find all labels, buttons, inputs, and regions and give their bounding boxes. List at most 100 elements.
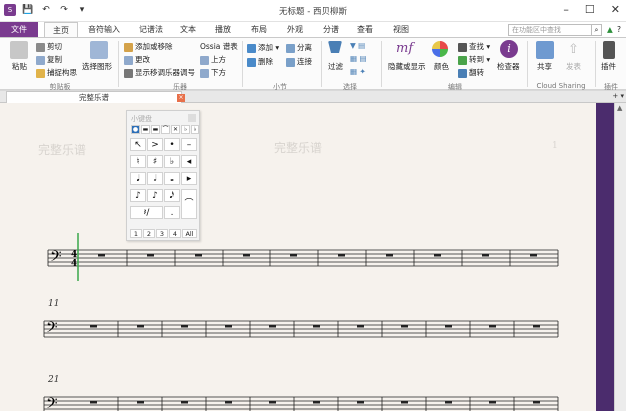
document-tab-full-score[interactable]: 完整乐谱 × bbox=[6, 91, 185, 103]
tab-view[interactable]: 视图 bbox=[386, 22, 416, 37]
keypad-layout-6-icon[interactable]: ♭ bbox=[191, 125, 199, 134]
keypad-key[interactable]: 𝅗𝅥 bbox=[147, 172, 163, 185]
hide-show-icon[interactable]: mf bbox=[396, 41, 413, 56]
hide-show-button[interactable]: 隐藏或显示 bbox=[388, 61, 426, 72]
plugins-button[interactable]: 插件 bbox=[601, 61, 616, 72]
keypad-layout-5-icon[interactable]: ♭ bbox=[181, 125, 190, 134]
close-icon[interactable]: ✕ bbox=[611, 3, 620, 16]
ossia-below-button[interactable]: 下方 bbox=[200, 67, 226, 78]
keypad-key[interactable]: • bbox=[164, 138, 180, 151]
arrow-right-icon bbox=[458, 55, 467, 65]
goto-button[interactable]: 转到 ▾ bbox=[458, 54, 490, 65]
keypad-layout-tab-3[interactable]: 3 bbox=[156, 229, 168, 238]
score-page[interactable]: 完整乐谱 完整乐谱 1 𝄢 4 4 𝄢 𝄢 11 21 bbox=[0, 103, 596, 411]
capture-idea-button[interactable]: 捕捉构思 bbox=[36, 67, 77, 78]
maximize-icon[interactable]: ☐ bbox=[585, 3, 595, 16]
document-tabs: 完整乐谱 × + ▾ bbox=[0, 91, 626, 103]
bass-clef-icon: 𝄢 bbox=[46, 395, 58, 411]
keypad-key[interactable]: 𝅝 bbox=[164, 172, 180, 185]
tab-appearance[interactable]: 外观 bbox=[280, 22, 310, 37]
tab-file[interactable]: 文件 bbox=[0, 22, 38, 37]
color-wheel-icon[interactable] bbox=[432, 41, 448, 57]
keypad-layout-tab-2[interactable]: 2 bbox=[143, 229, 155, 238]
separator bbox=[242, 41, 243, 87]
keypad-layout-1-icon[interactable]: ▬ bbox=[141, 125, 150, 134]
select-more-icon[interactable]: ▦ ▤ bbox=[350, 54, 367, 63]
share-button[interactable]: 共享 bbox=[537, 61, 552, 72]
time-sig-bottom: 4 bbox=[71, 259, 77, 269]
add-bar-button[interactable]: 添加 ▾ bbox=[247, 42, 279, 53]
paste-button[interactable]: 粘贴 bbox=[12, 61, 27, 72]
tab-note-input[interactable]: 音符输入 bbox=[82, 22, 126, 37]
keypad-layout-tab-4[interactable]: 4 bbox=[169, 229, 181, 238]
keypad-panel[interactable]: 小键盘 ● ▬ ▬ ⌒ ✕ ♭ ♭ ↖ > • – ♮ ♯ ♭ ◂ 𝅘𝅥 𝅗𝅥 … bbox=[126, 110, 200, 241]
keypad-key[interactable]: . bbox=[164, 206, 180, 219]
plugin-icon[interactable] bbox=[603, 41, 615, 59]
score-staves: 𝄢 4 4 𝄢 𝄢 bbox=[43, 233, 559, 411]
keypad-key[interactable]: 𝅘𝅥𝅯 bbox=[164, 189, 180, 202]
keypad-key[interactable]: > bbox=[147, 138, 163, 151]
ribbon: 粘贴 剪切 复制 捕捉构思 选择图形 剪贴板 添加或移除 更改 显示移调乐器调号… bbox=[0, 37, 626, 91]
ribbon-search-input[interactable]: 在功能区中查找 bbox=[508, 24, 592, 36]
publish-button: 发表 bbox=[566, 62, 581, 71]
tab-home[interactable]: 主页 bbox=[44, 22, 78, 37]
join-bar-button[interactable]: 连接 bbox=[286, 56, 312, 67]
search-icon[interactable]: ⌕ bbox=[592, 24, 602, 36]
ossia-above-button[interactable]: 上方 bbox=[200, 54, 226, 65]
tab-notations[interactable]: 记谱法 bbox=[132, 22, 170, 37]
select-system-icon[interactable]: ▦ ✦ bbox=[350, 67, 366, 76]
keypad-key[interactable]: ⌒ bbox=[181, 189, 197, 219]
change-instrument-button[interactable]: 更改 bbox=[124, 54, 150, 65]
tab-play[interactable]: 播放 bbox=[208, 22, 238, 37]
keypad-layout-tab-1[interactable]: 1 bbox=[130, 229, 142, 238]
select-graphic-button[interactable]: 选择图形 bbox=[82, 61, 112, 72]
vertical-scrollbar[interactable]: ▲ bbox=[614, 103, 626, 411]
minimize-icon[interactable]: – bbox=[563, 3, 569, 16]
tab-review[interactable]: 查看 bbox=[350, 22, 380, 37]
scroll-up-icon[interactable]: ▲ bbox=[617, 104, 622, 112]
separator bbox=[321, 41, 322, 87]
keypad-layout-3-icon[interactable]: ⌒ bbox=[161, 125, 170, 134]
show-transposing-button[interactable]: 显示移调乐器调号 bbox=[124, 67, 195, 78]
flip-button[interactable]: 翻转 bbox=[458, 67, 484, 78]
delete-bar-button[interactable]: 删除 bbox=[247, 56, 273, 67]
keypad-layout-4-icon[interactable]: ✕ bbox=[171, 125, 180, 134]
tabs-menu-icon[interactable]: + ▾ bbox=[612, 92, 624, 100]
inspector-button[interactable]: 检查器 bbox=[497, 61, 520, 72]
filter-icon[interactable] bbox=[328, 41, 342, 53]
keypad-layout-2-icon[interactable]: ▬ bbox=[151, 125, 160, 134]
paste-icon[interactable] bbox=[10, 41, 28, 59]
keypad-key[interactable]: – bbox=[181, 138, 197, 151]
keypad-key[interactable]: ♪ bbox=[147, 189, 163, 202]
add-remove-instruments-button[interactable]: 添加或移除 bbox=[124, 41, 173, 52]
tab-text[interactable]: 文本 bbox=[174, 22, 202, 37]
keypad-close-icon[interactable] bbox=[188, 114, 196, 122]
help-question-icon[interactable]: ? bbox=[617, 25, 621, 34]
keypad-key[interactable]: ♯ bbox=[147, 155, 163, 168]
keypad-key[interactable]: ◂ bbox=[181, 155, 197, 168]
close-tab-icon[interactable]: × bbox=[177, 94, 185, 102]
keypad-layout-common-icon[interactable]: ● bbox=[131, 125, 140, 134]
cut-button[interactable]: 剪切 bbox=[36, 41, 62, 52]
find-button[interactable]: 查找 ▾ bbox=[458, 41, 490, 52]
keypad-key[interactable]: ♮ bbox=[130, 155, 146, 168]
share-icon[interactable] bbox=[536, 41, 554, 59]
split-bar-button[interactable]: 分离 bbox=[286, 42, 312, 53]
copy-button[interactable]: 复制 bbox=[36, 54, 62, 65]
keypad-key[interactable]: ♪ bbox=[130, 189, 146, 202]
tab-parts[interactable]: 分谱 bbox=[316, 22, 346, 37]
filter-button[interactable]: 过滤 bbox=[328, 61, 343, 72]
keypad-key[interactable]: ↖ bbox=[130, 138, 146, 151]
keypad-key[interactable]: ▸ bbox=[181, 172, 197, 185]
help-icon[interactable]: ▲ bbox=[607, 25, 613, 34]
scissors-icon bbox=[36, 42, 45, 52]
keypad-layout-tab-all[interactable]: All bbox=[182, 229, 197, 238]
select-graphic-icon[interactable] bbox=[90, 41, 108, 59]
color-button[interactable]: 颜色 bbox=[434, 61, 449, 72]
keypad-key[interactable]: 𝄽/ bbox=[130, 206, 163, 219]
tab-layout[interactable]: 布局 bbox=[244, 22, 274, 37]
keypad-key[interactable]: 𝅘𝅥 bbox=[130, 172, 146, 185]
inspector-icon[interactable]: i bbox=[500, 40, 518, 58]
filter-options-icon[interactable]: ▼ ▤ bbox=[350, 41, 365, 50]
keypad-key[interactable]: ♭ bbox=[164, 155, 180, 168]
